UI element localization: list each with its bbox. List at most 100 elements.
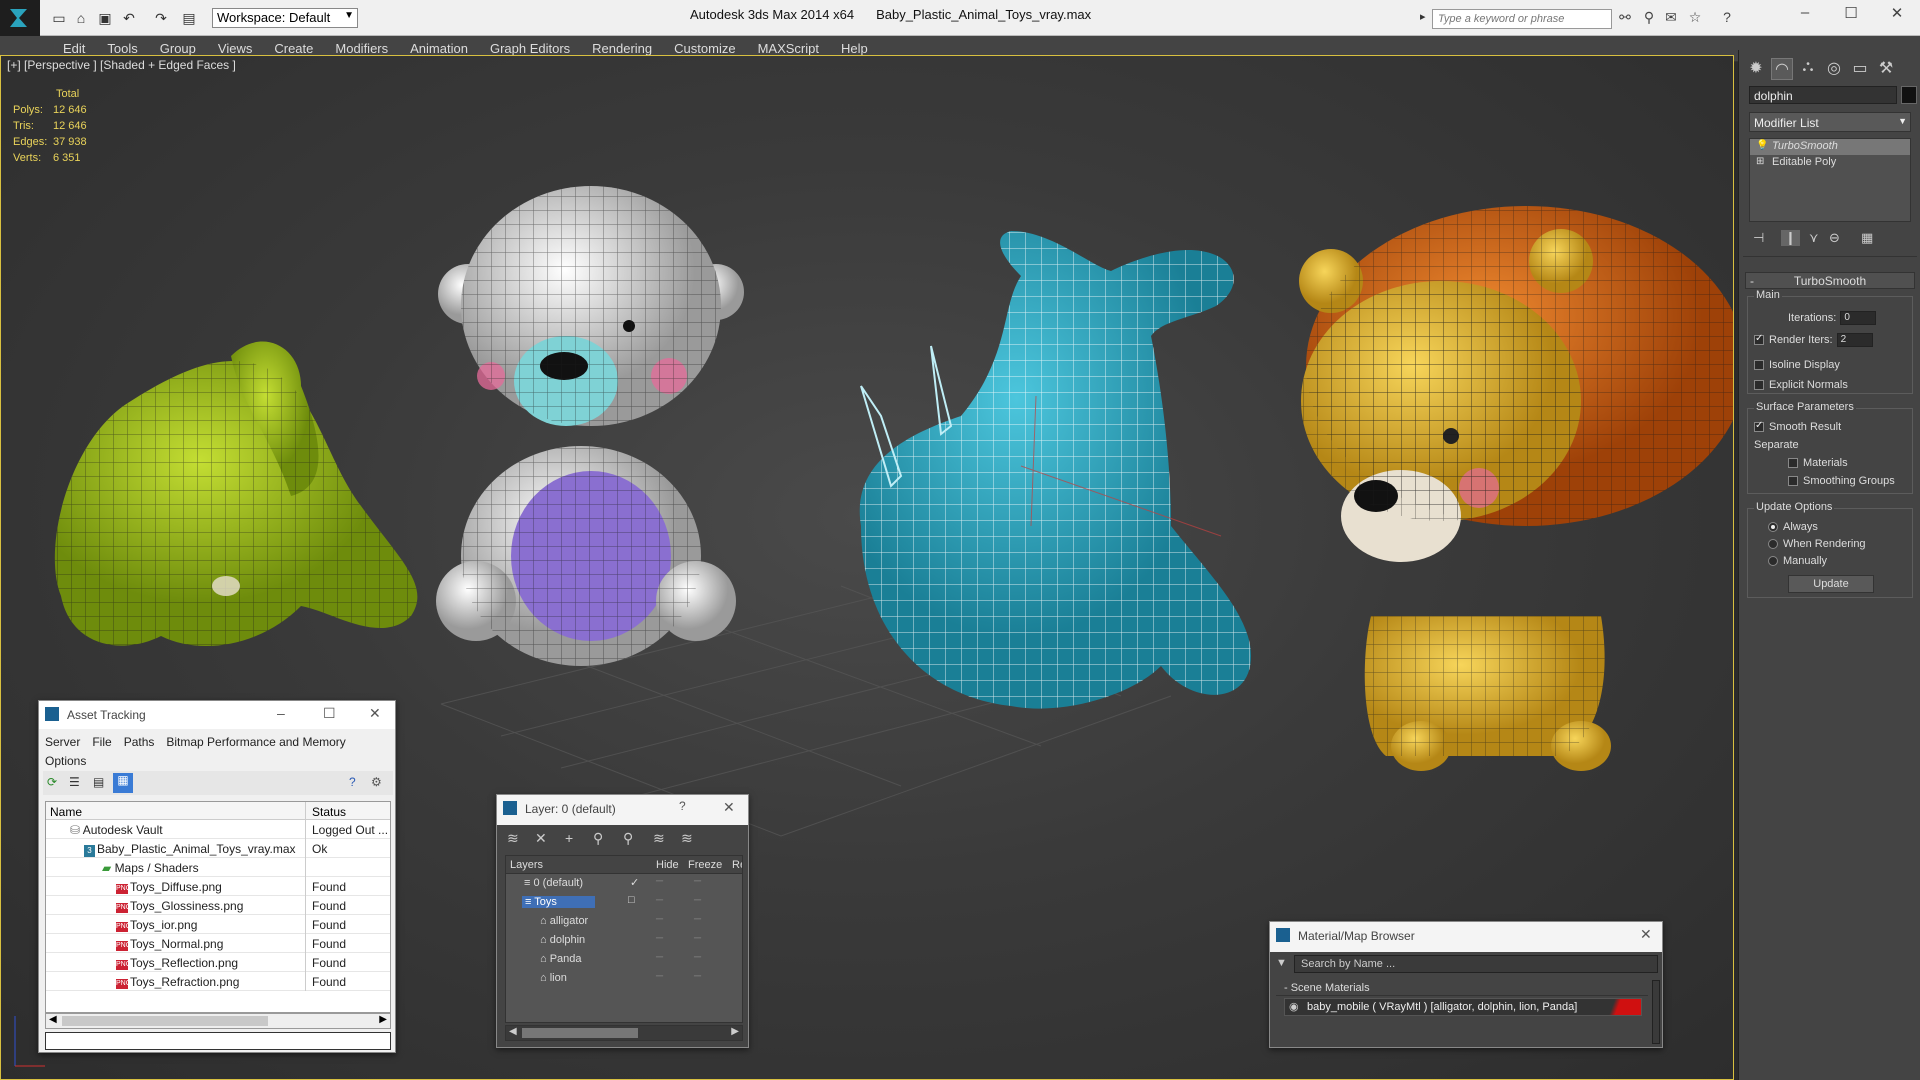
scroll-right-icon[interactable]: ▶ <box>731 1026 739 1037</box>
hide-all-icon[interactable]: ≋ <box>653 830 665 847</box>
layer-row[interactable]: ≡ Toys □ ─ ─ <box>506 893 742 912</box>
active-layer-check[interactable]: ✓ <box>630 876 639 889</box>
delete-layer-icon[interactable]: ✕ <box>535 830 547 847</box>
menu-views[interactable]: Views <box>207 36 263 56</box>
scene-materials-section[interactable]: - Scene Materials <box>1276 980 1648 996</box>
layer-row[interactable]: ⌂ lion ─ ─ <box>506 969 742 988</box>
materials-checkbox[interactable] <box>1788 458 1798 469</box>
horizontal-scrollbar[interactable]: ◀ ▶ <box>505 1025 743 1041</box>
help-icon[interactable]: ? <box>1718 9 1736 27</box>
freeze-toggle[interactable]: ─ <box>694 876 701 887</box>
scroll-left-icon[interactable]: ◀ <box>49 1014 57 1025</box>
select-objects-icon[interactable]: ⚲ <box>593 830 603 847</box>
material-item[interactable]: ◉ baby_mobile ( VRayMtl ) [alligator, do… <box>1284 998 1642 1016</box>
browser-options-icon[interactable]: ▼ <box>1276 957 1287 969</box>
lightbulb-icon[interactable]: 💡 <box>1756 140 1768 151</box>
undo-icon[interactable]: ↶ <box>120 9 138 27</box>
column-layers[interactable]: Layers <box>510 859 543 871</box>
menu-animation[interactable]: Animation <box>399 36 479 56</box>
stack-item-editable-poly[interactable]: ⊞ Editable Poly <box>1750 155 1910 171</box>
menu-paths[interactable]: Paths <box>124 735 155 749</box>
hide-toggle[interactable]: ─ <box>656 876 663 887</box>
list-view-icon[interactable]: ☰ <box>69 775 80 789</box>
help-icon[interactable]: ? <box>679 799 686 813</box>
scroll-left-icon[interactable]: ◀ <box>509 1026 517 1037</box>
table-view-icon[interactable]: ▦ <box>113 773 133 793</box>
close-icon[interactable]: ✕ <box>369 705 381 722</box>
iterations-spinner[interactable]: 0 <box>1840 311 1877 325</box>
save-file-icon[interactable]: ▣ <box>96 9 114 27</box>
close-icon[interactable]: ✕ <box>1640 926 1652 943</box>
freeze-toggle[interactable]: ─ <box>694 895 701 906</box>
layer-row[interactable]: ⌂ Panda ─ ─ <box>506 950 742 969</box>
menu-modifiers[interactable]: Modifiers <box>324 36 399 56</box>
freeze-toggle[interactable]: ─ <box>694 914 701 925</box>
show-end-result-icon[interactable]: ❙ <box>1781 230 1800 246</box>
binoculars-icon[interactable]: ⚯ <box>1616 9 1634 27</box>
create-tab-icon[interactable]: ✹ <box>1745 58 1767 80</box>
hide-toggle[interactable]: ─ <box>656 971 663 982</box>
minimize-window-icon[interactable]: – <box>1790 4 1820 28</box>
menu-customize[interactable]: Customize <box>663 36 746 56</box>
communication-icon[interactable]: ✉ <box>1662 9 1680 27</box>
open-file-icon[interactable]: ⌂ <box>72 9 90 27</box>
hide-toggle[interactable]: ─ <box>656 914 663 925</box>
active-layer-check[interactable]: □ <box>628 894 635 906</box>
stack-item-turbosmooth[interactable]: 💡 TurboSmooth <box>1750 139 1910 155</box>
subscription-icon[interactable]: ⚲ <box>1640 9 1658 27</box>
column-freeze[interactable]: Freeze <box>688 859 722 871</box>
project-folder-icon[interactable]: ▤ <box>180 9 198 27</box>
horizontal-scrollbar[interactable]: ◀ ▶ <box>45 1013 391 1029</box>
maximize-icon[interactable]: ☐ <box>323 705 336 722</box>
menu-tools[interactable]: Tools <box>96 36 148 56</box>
layer-row[interactable]: ⌂ dolphin ─ ─ <box>506 931 742 950</box>
vertical-scrollbar[interactable] <box>1652 980 1660 1044</box>
asset-tracking-titlebar[interactable]: Asset Tracking – ☐ ✕ <box>39 701 395 729</box>
highlight-layer-icon[interactable]: ⚲ <box>623 830 633 847</box>
table-row[interactable]: PNGToys_Refraction.png Found <box>46 972 390 991</box>
material-browser-titlebar[interactable]: Material/Map Browser ✕ <box>1270 922 1662 952</box>
layer-window-titlebar[interactable]: Layer: 0 (default) ? ✕ <box>497 795 748 825</box>
freeze-toggle[interactable]: ─ <box>694 971 701 982</box>
close-icon[interactable]: ✕ <box>723 799 735 816</box>
update-when-rendering-radio[interactable] <box>1768 539 1778 550</box>
redo-icon[interactable]: ↷ <box>152 9 170 27</box>
scrollbar-thumb[interactable] <box>62 1016 268 1026</box>
column-status[interactable]: Status <box>312 805 346 819</box>
menu-help[interactable]: Help <box>830 36 879 56</box>
workspace-dropdown[interactable]: Workspace: Default ▼ <box>212 8 358 28</box>
column-hide[interactable]: Hide <box>656 859 679 871</box>
configure-sets-icon[interactable]: ▦ <box>1861 230 1873 246</box>
settings-icon[interactable]: ⚙ <box>371 775 382 789</box>
update-always-radio[interactable] <box>1768 522 1778 533</box>
display-tab-icon[interactable]: ▭ <box>1849 58 1871 80</box>
layer-row[interactable]: ≡ 0 (default) ✓ ─ ─ <box>506 874 742 893</box>
menu-create[interactable]: Create <box>263 36 324 56</box>
table-row[interactable]: 3 Baby_Plastic_Animal_Toys_vray.max Ok <box>46 839 390 858</box>
freeze-all-icon[interactable]: ≋ <box>681 830 693 847</box>
smoothing-groups-checkbox[interactable] <box>1788 476 1798 487</box>
menu-rendering[interactable]: Rendering <box>581 36 663 56</box>
table-row[interactable]: PNGToys_Reflection.png Found <box>46 953 390 972</box>
hide-toggle[interactable]: ─ <box>656 952 663 963</box>
expand-arrow-icon[interactable]: ▸ <box>1420 10 1426 23</box>
asset-path-input[interactable] <box>45 1032 391 1050</box>
menu-bitmap-performance[interactable]: Bitmap Performance and Memory <box>166 735 345 749</box>
hierarchy-tab-icon[interactable]: ⛬ <box>1797 58 1819 80</box>
layer-row[interactable]: ⌂ alligator ─ ─ <box>506 912 742 931</box>
favorites-star-icon[interactable]: ☆ <box>1686 9 1704 27</box>
menu-group[interactable]: Group <box>149 36 207 56</box>
remove-modifier-icon[interactable]: ⊖ <box>1829 230 1840 246</box>
table-row[interactable]: PNGToys_Diffuse.png Found <box>46 877 390 896</box>
table-row[interactable]: ⛁ Autodesk Vault Logged Out ... <box>46 820 390 839</box>
menu-edit[interactable]: Edit <box>52 36 96 56</box>
utilities-tab-icon[interactable]: ⚒ <box>1875 58 1897 80</box>
app-logo-icon[interactable] <box>0 0 40 36</box>
motion-tab-icon[interactable]: ◎ <box>1823 58 1845 80</box>
column-name[interactable]: Name <box>50 805 82 819</box>
object-color-swatch[interactable] <box>1901 86 1917 104</box>
new-file-icon[interactable]: ▭ <box>50 9 68 27</box>
freeze-toggle[interactable]: ─ <box>694 933 701 944</box>
menu-maxscript[interactable]: MAXScript <box>747 36 830 56</box>
scroll-right-icon[interactable]: ▶ <box>379 1014 387 1025</box>
